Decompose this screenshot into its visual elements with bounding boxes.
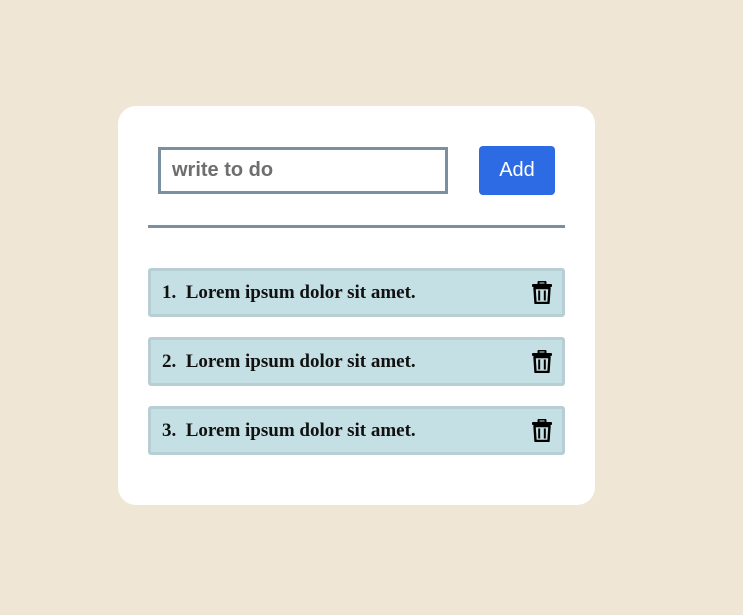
todo-item-text: 3. Lorem ipsum dolor sit amet. (162, 409, 416, 452)
todo-item-text: 1. Lorem ipsum dolor sit amet. (162, 271, 416, 314)
todo-input[interactable] (158, 147, 448, 194)
todo-list: 1. Lorem ipsum dolor sit amet. 2. Lorem … (148, 268, 565, 475)
todo-item: 3. Lorem ipsum dolor sit amet. (148, 406, 565, 455)
trash-icon[interactable] (532, 350, 552, 373)
todo-item-label: Lorem ipsum dolor sit amet. (185, 420, 416, 441)
todo-item-text: 2. Lorem ipsum dolor sit amet. (162, 340, 416, 383)
divider (148, 225, 565, 228)
todo-item: 1. Lorem ipsum dolor sit amet. (148, 268, 565, 317)
trash-icon[interactable] (532, 419, 552, 442)
todo-item: 2. Lorem ipsum dolor sit amet. (148, 337, 565, 386)
todo-card: Add 1. Lorem ipsum dolor sit amet. 2. Lo… (118, 106, 595, 505)
todo-item-number: 1. (162, 282, 177, 303)
add-button[interactable]: Add (479, 146, 555, 195)
todo-item-label: Lorem ipsum dolor sit amet. (185, 351, 416, 372)
todo-item-number: 2. (162, 351, 177, 372)
todo-item-number: 3. (162, 420, 177, 441)
todo-item-label: Lorem ipsum dolor sit amet. (185, 282, 416, 303)
trash-icon[interactable] (532, 281, 552, 304)
